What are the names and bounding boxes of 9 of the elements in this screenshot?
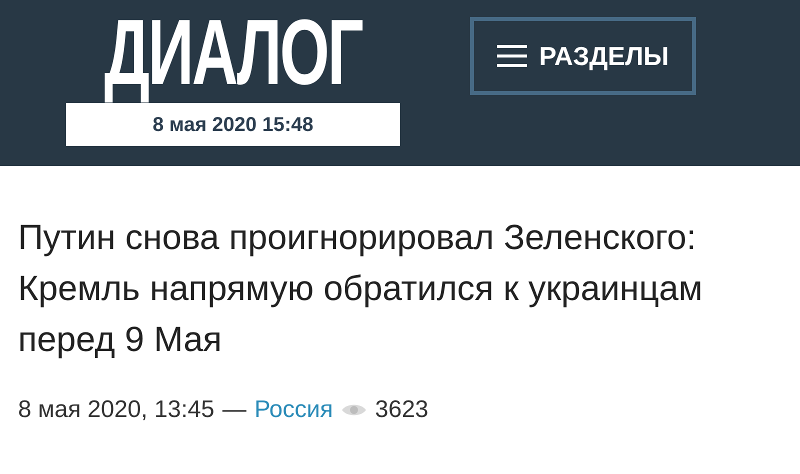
category-link[interactable]: Россия xyxy=(254,392,334,428)
current-date: 8 мая 2020 15:48 xyxy=(66,103,400,146)
menu-icon xyxy=(497,44,528,68)
article-title: Путин снова проигнорировал Зеленского: Кремль напрямую обратился к украинцам перед 9 Мая xyxy=(18,217,704,361)
publish-date: 8 мая 2020, 13:45 xyxy=(18,395,214,425)
separator: — xyxy=(222,395,246,425)
view-count: 3623 xyxy=(375,395,428,425)
eye-icon xyxy=(341,402,368,418)
sections-menu-button[interactable]: РАЗДЕЛЫ xyxy=(470,17,696,95)
